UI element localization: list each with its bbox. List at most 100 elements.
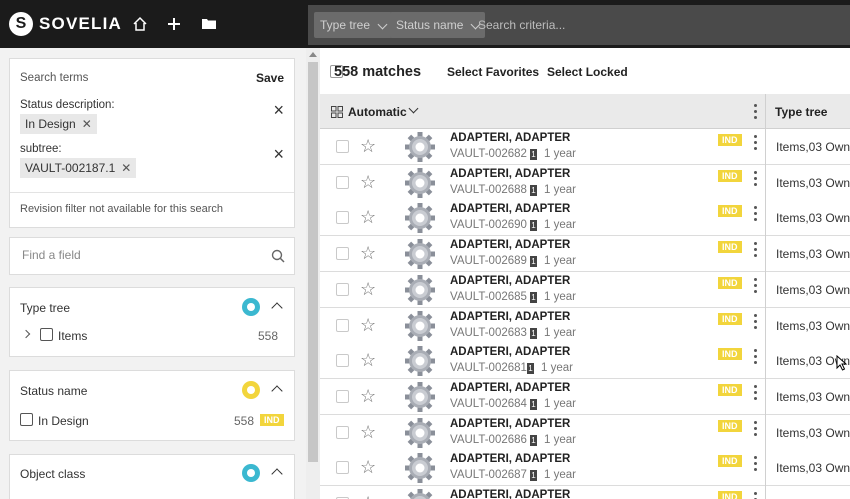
row-checkbox[interactable] xyxy=(336,389,349,403)
chevron-down-icon[interactable] xyxy=(408,103,419,114)
item-title[interactable]: ADAPTERI, ADAPTER xyxy=(450,489,570,499)
remove-chip-icon[interactable]: ✕ xyxy=(82,117,92,131)
view-mode-dropdown[interactable]: Automatic xyxy=(348,105,407,119)
table-row[interactable]: ☆ ADAPTERI, ADAPTER VAULT-002689 1 1 year IND… xyxy=(320,236,850,273)
select-favorites-button[interactable]: Select Favorites xyxy=(447,65,539,79)
table-row[interactable]: ☆ ADAPTERI, ADAPTER VAULT-002681 1 1 year IND… xyxy=(320,343,850,380)
column-header-type-tree[interactable]: Type tree xyxy=(775,105,827,119)
row-checkbox[interactable] xyxy=(336,211,349,225)
row-checkbox[interactable] xyxy=(336,461,349,475)
gear-icon xyxy=(405,203,435,234)
row-more-icon[interactable] xyxy=(754,242,758,260)
in-design-chip[interactable]: In Design ✕ xyxy=(20,114,97,134)
type-tree-cell: Items,03 Own c xyxy=(776,247,850,262)
chevron-up-icon[interactable] xyxy=(271,385,283,397)
table-row[interactable]: ☆ ADAPTERI, ADAPTER VAULT-002690 1 1 year IND… xyxy=(320,200,850,237)
status-description-label: Status description: xyxy=(20,99,115,111)
item-title[interactable]: ADAPTERI, ADAPTER xyxy=(450,132,570,144)
item-title[interactable]: ADAPTERI, ADAPTER xyxy=(450,453,570,465)
in-design-checkbox[interactable] xyxy=(20,413,33,426)
gear-icon xyxy=(405,239,435,270)
item-age: 1 year xyxy=(544,290,576,303)
row-more-icon[interactable] xyxy=(754,420,758,439)
type-tree-dropdown[interactable]: Type tree xyxy=(314,12,393,38)
star-icon[interactable]: ☆ xyxy=(360,493,376,499)
chevron-up-icon[interactable] xyxy=(271,468,283,480)
status-name-dropdown[interactable]: Status name xyxy=(390,12,486,38)
facet-item-label: In Design xyxy=(38,414,89,428)
items-checkbox[interactable] xyxy=(40,328,53,341)
item-title[interactable]: ADAPTERI, ADAPTER xyxy=(450,168,570,180)
save-button[interactable]: Save xyxy=(256,71,284,85)
row-more-icon[interactable] xyxy=(754,349,758,367)
select-locked-button[interactable]: Select Locked xyxy=(547,65,628,79)
table-row[interactable]: ☆ ADAPTERI, ADAPTER VAULT-002684 1 1 year IND… xyxy=(320,378,850,415)
table-row[interactable]: ☆ ADAPTERI, ADAPTER IND xyxy=(320,486,850,499)
type-tree-cell: Items,03 Own c xyxy=(776,461,850,476)
star-icon[interactable]: ☆ xyxy=(360,386,376,407)
table-row[interactable]: ☆ ADAPTERI, ADAPTER VAULT-002687 1 1 year IND… xyxy=(320,450,850,487)
row-checkbox[interactable] xyxy=(336,282,349,296)
item-title[interactable]: ADAPTERI, ADAPTER xyxy=(450,275,570,287)
status-badge: IND xyxy=(718,348,742,361)
find-field-input[interactable] xyxy=(22,248,252,262)
row-checkbox[interactable] xyxy=(336,425,349,439)
row-checkbox[interactable] xyxy=(336,247,349,261)
star-icon[interactable]: ☆ xyxy=(360,422,376,443)
star-icon[interactable]: ☆ xyxy=(360,243,376,264)
item-title[interactable]: ADAPTERI, ADAPTER xyxy=(450,418,570,430)
facet-item-count: 558 xyxy=(234,414,255,428)
chevron-right-icon[interactable] xyxy=(21,329,31,339)
remove-chip-icon[interactable]: ✕ xyxy=(121,161,131,175)
vault-subtree-chip[interactable]: VAULT-002187.1 ✕ xyxy=(20,158,137,178)
top-bar: S SOVELIA Type tree Status name xyxy=(0,0,850,48)
search-icon[interactable] xyxy=(271,249,285,263)
item-title[interactable]: ADAPTERI, ADAPTER xyxy=(450,203,570,215)
star-icon[interactable]: ☆ xyxy=(360,279,376,300)
star-icon[interactable]: ☆ xyxy=(360,136,376,157)
star-icon[interactable]: ☆ xyxy=(360,207,376,228)
gear-icon xyxy=(405,417,435,448)
clear-term-icon[interactable]: × xyxy=(273,100,284,121)
row-more-icon[interactable] xyxy=(754,384,758,403)
row-checkbox[interactable] xyxy=(336,354,349,368)
row-checkbox[interactable] xyxy=(336,175,349,189)
status-badge: IND xyxy=(718,276,742,289)
home-icon[interactable] xyxy=(129,13,151,35)
table-row[interactable]: ☆ ADAPTERI, ADAPTER VAULT-002685 1 1 year IND… xyxy=(320,271,850,308)
star-icon[interactable]: ☆ xyxy=(360,172,376,193)
clear-term-icon[interactable]: × xyxy=(273,144,284,165)
star-icon[interactable]: ☆ xyxy=(360,350,376,371)
header-more-icon[interactable] xyxy=(754,104,758,122)
search-criteria-input[interactable] xyxy=(478,12,778,38)
row-checkbox[interactable] xyxy=(336,140,349,153)
row-more-icon[interactable] xyxy=(754,170,758,189)
row-more-icon[interactable] xyxy=(754,277,758,296)
table-row[interactable]: ☆ ADAPTERI, ADAPTER VAULT-002686 1 1 year IND… xyxy=(320,414,850,451)
item-title[interactable]: ADAPTERI, ADAPTER xyxy=(450,311,570,323)
object-class-facet: Object class xyxy=(9,454,295,499)
row-checkbox[interactable] xyxy=(336,318,349,332)
chip-label: In Design xyxy=(25,117,76,131)
grid-view-icon[interactable] xyxy=(331,106,343,118)
item-title[interactable]: ADAPTERI, ADAPTER xyxy=(450,346,570,358)
item-title[interactable]: ADAPTERI, ADAPTER xyxy=(450,239,570,251)
row-more-icon[interactable] xyxy=(754,206,758,224)
star-icon[interactable]: ☆ xyxy=(360,315,376,336)
item-title[interactable]: ADAPTERI, ADAPTER xyxy=(450,382,570,394)
row-more-icon[interactable] xyxy=(754,313,758,332)
scrollbar-thumb[interactable] xyxy=(308,62,318,462)
table-row[interactable]: ☆ ADAPTERI, ADAPTER VAULT-002688 1 1 year IND… xyxy=(320,164,850,201)
row-more-icon[interactable] xyxy=(754,135,758,153)
chevron-up-icon[interactable] xyxy=(271,302,283,314)
status-badge: IND xyxy=(718,169,742,182)
scroll-up-icon[interactable] xyxy=(309,52,317,57)
sovelia-logo[interactable]: S SOVELIA xyxy=(9,12,122,36)
plus-icon[interactable] xyxy=(163,13,185,35)
star-icon[interactable]: ☆ xyxy=(360,457,376,478)
row-more-icon[interactable] xyxy=(754,456,758,474)
row-more-icon[interactable] xyxy=(754,492,758,499)
folder-icon[interactable] xyxy=(198,13,220,35)
table-row[interactable]: ☆ ADAPTERI, ADAPTER VAULT-002683 1 1 year IND… xyxy=(320,307,850,344)
table-row[interactable]: ☆ ADAPTERI, ADAPTER VAULT-002682 1 1 year IND… xyxy=(320,129,850,165)
